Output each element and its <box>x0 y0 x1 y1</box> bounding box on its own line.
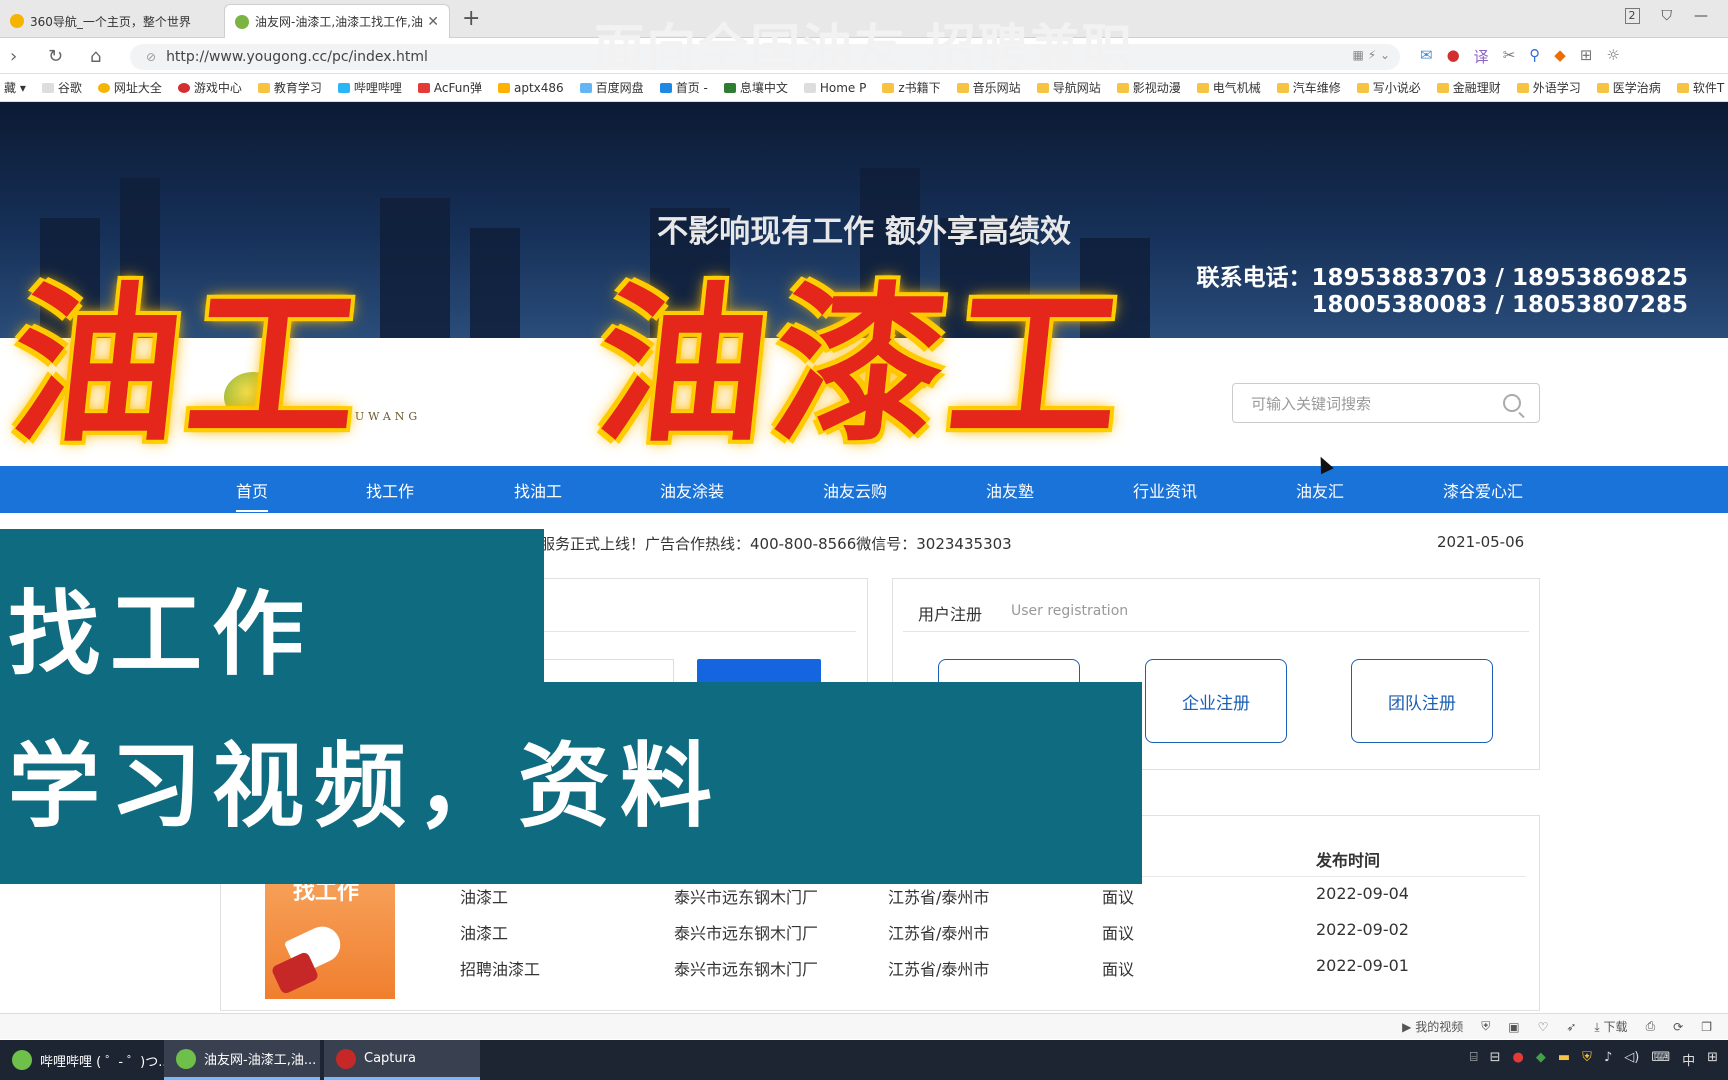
nav-home[interactable]: 首页 <box>236 478 269 512</box>
bookmark-item[interactable]: 藏 ▾ <box>4 79 26 96</box>
bookmark-folder[interactable]: 软件T <box>1676 79 1724 96</box>
shield-tray-icon[interactable]: ⛨ <box>1582 1050 1592 1069</box>
search-placeholder: 可输入关键词搜索 <box>1251 394 1372 413</box>
rocket-icon[interactable]: ➶ <box>1566 1020 1576 1034</box>
bookmark-folder[interactable]: 写小说必 <box>1356 79 1421 96</box>
banner-phone-1: 联系电话：18953883703 / 18953869825 <box>1196 265 1689 291</box>
team-register-button[interactable]: 团队注册 <box>1351 659 1493 743</box>
nav-cloud-buy[interactable]: 油友云购 <box>823 478 887 502</box>
print-icon[interactable]: ⎙ <box>1646 1019 1656 1034</box>
job-pay: 面议 <box>1102 888 1135 907</box>
job-title[interactable]: 油漆工 <box>460 884 508 908</box>
job-pay: 面议 <box>1102 960 1135 979</box>
bookmark-folder[interactable]: 外语学习 <box>1516 79 1581 96</box>
nav-find-worker[interactable]: 找油工 <box>514 478 562 502</box>
shield-icon[interactable]: ⛨ <box>1481 1019 1490 1034</box>
ime-indicator[interactable]: 中 <box>1682 1050 1695 1069</box>
job-location: 江苏省/泰州市 <box>888 888 990 907</box>
bookmark-item[interactable]: 百度网盘 <box>579 79 644 96</box>
taskbar-bilibili[interactable]: 哔哩哔哩 ( ゜- ゜)つ... <box>0 1040 171 1080</box>
bookmark-item[interactable]: 哔哩哔哩 <box>337 79 402 96</box>
bookmark-item[interactable]: 首页 - <box>659 79 708 96</box>
bookmark-item[interactable]: aptx486 <box>497 81 564 95</box>
bookmark-folder[interactable]: 电气机械 <box>1196 79 1261 96</box>
job-pay: 面议 <box>1102 924 1135 943</box>
volume-icon[interactable]: ◁) <box>1624 1050 1639 1069</box>
company-register-button[interactable]: 企业注册 <box>1145 659 1287 743</box>
taskbar-browser[interactable]: 油友网-油漆工,油... <box>164 1040 320 1080</box>
registration-title: 用户注册 <box>918 605 983 624</box>
keyboard-icon[interactable]: ⌨ <box>1651 1050 1670 1069</box>
job-title[interactable]: 招聘油漆工 <box>460 956 540 980</box>
bookmark-item[interactable]: Home P <box>803 81 866 95</box>
th-date: 发布时间 <box>1316 851 1381 870</box>
download-button[interactable]: ⤓ 下载 <box>1594 1018 1627 1035</box>
bookmark-item[interactable]: 游戏中心 <box>177 79 242 96</box>
security-tray-icon[interactable]: ◆ <box>1536 1050 1546 1069</box>
bookmark-folder[interactable]: 教育学习 <box>257 79 322 96</box>
notice-text[interactable]: 服务正式上线！广告合作热线：400-800-8566微信号：3023435303 <box>540 533 1012 554</box>
heart-icon[interactable]: ♡ <box>1538 1020 1549 1034</box>
job-date: 2022-09-02 <box>1316 920 1409 939</box>
browser-icon <box>176 1048 196 1069</box>
usb-icon[interactable]: ⌸ <box>1470 1050 1478 1069</box>
search-input[interactable]: 可输入关键词搜索 <box>1232 383 1540 423</box>
nav-club[interactable]: 油友汇 <box>1296 478 1344 502</box>
divider <box>530 631 856 632</box>
taskbar-captura[interactable]: Captura <box>324 1040 480 1080</box>
job-date: 2022-09-04 <box>1316 884 1409 903</box>
bookmark-folder[interactable]: 音乐网站 <box>956 79 1021 96</box>
job-company: 泰兴市远东钢木门厂 <box>674 888 819 907</box>
play-icon: ▶ <box>1402 1020 1416 1034</box>
nav-coating[interactable]: 油友涂装 <box>660 478 724 502</box>
nav-news[interactable]: 行业资讯 <box>1133 478 1197 502</box>
divider <box>903 631 1529 632</box>
job-title[interactable]: 油漆工 <box>460 920 508 944</box>
network-icon[interactable]: ⊟ <box>1490 1050 1501 1069</box>
bookmark-item[interactable]: 谷歌 <box>41 79 82 96</box>
bookmark-folder[interactable]: z书籍下 <box>882 79 941 96</box>
overlay-text-study: 学习视频，资料 <box>8 732 723 840</box>
job-date: 2022-09-01 <box>1316 956 1409 975</box>
record-icon <box>336 1048 356 1069</box>
bookmark-folder[interactable]: 导航网站 <box>1036 79 1101 96</box>
refresh-icon[interactable]: ⟳ <box>1673 1020 1683 1034</box>
bookmark-folder[interactable]: 金融理财 <box>1436 79 1501 96</box>
job-location: 江苏省/泰州市 <box>888 960 990 979</box>
image-icon[interactable]: ▣ <box>1508 1020 1519 1034</box>
record-tray-icon[interactable]: ● <box>1513 1050 1524 1069</box>
overlay-text-find-job: 找工作 <box>8 580 315 688</box>
apps-icon[interactable]: ⊞ <box>1707 1050 1718 1069</box>
banner-title: 面向全国油友 招聘兼职 <box>594 19 1134 77</box>
browser-status-bar: ▶ 我的视频 ⛨ ▣ ♡ ➶ ⤓ 下载 ⎙ ⟳ ❐ <box>0 1013 1728 1039</box>
find-job-image[interactable]: 找工作 <box>265 870 395 999</box>
os-taskbar: 哔哩哔哩 ( ゜- ゜)つ... 油友网-油漆工,油... Captura ⌸ … <box>0 1040 1728 1080</box>
job-company: 泰兴市远东钢木门厂 <box>674 960 819 979</box>
bookmark-folder[interactable]: 医学治病 <box>1596 79 1661 96</box>
nav-find-job[interactable]: 找工作 <box>366 478 414 502</box>
bilibili-icon <box>12 1050 32 1070</box>
banner-phone-2: 18005380083 / 18053807285 <box>1311 292 1689 318</box>
download-icon: ⤓ <box>1594 1020 1604 1034</box>
bookmark-folder[interactable]: 影视动漫 <box>1116 79 1181 96</box>
bookmark-item[interactable]: 息壤中文 <box>723 79 788 96</box>
job-company: 泰兴市远东钢木门厂 <box>674 924 819 943</box>
mic-icon[interactable]: ♪ <box>1604 1050 1612 1069</box>
bookmark-item[interactable]: 网址大全 <box>97 79 162 96</box>
bookmark-item[interactable]: AcFun弹 <box>417 79 482 96</box>
search-icon[interactable] <box>1503 394 1521 412</box>
overlay-big-text-right: 油漆工 <box>587 266 1137 466</box>
job-location: 江苏省/泰州市 <box>888 924 990 943</box>
nav-school[interactable]: 油友塾 <box>986 478 1034 502</box>
notice-date: 2021-05-06 <box>1437 533 1525 551</box>
system-tray: ⌸ ⊟ ● ◆ ▬ ⛨ ♪ ◁) ⌨ 中 ⊞ <box>1470 1050 1718 1069</box>
nav-charity[interactable]: 漆谷爱心汇 <box>1443 478 1523 502</box>
folder-tray-icon[interactable]: ▬ <box>1558 1050 1570 1069</box>
bookmark-folder[interactable]: 汽车维修 <box>1276 79 1341 96</box>
window-icon[interactable]: ❐ <box>1701 1020 1712 1034</box>
registration-subtitle: User registration <box>1011 603 1129 619</box>
my-video-button[interactable]: ▶ 我的视频 <box>1402 1018 1463 1035</box>
overlay-big-text-left: 油工 <box>1 266 375 466</box>
